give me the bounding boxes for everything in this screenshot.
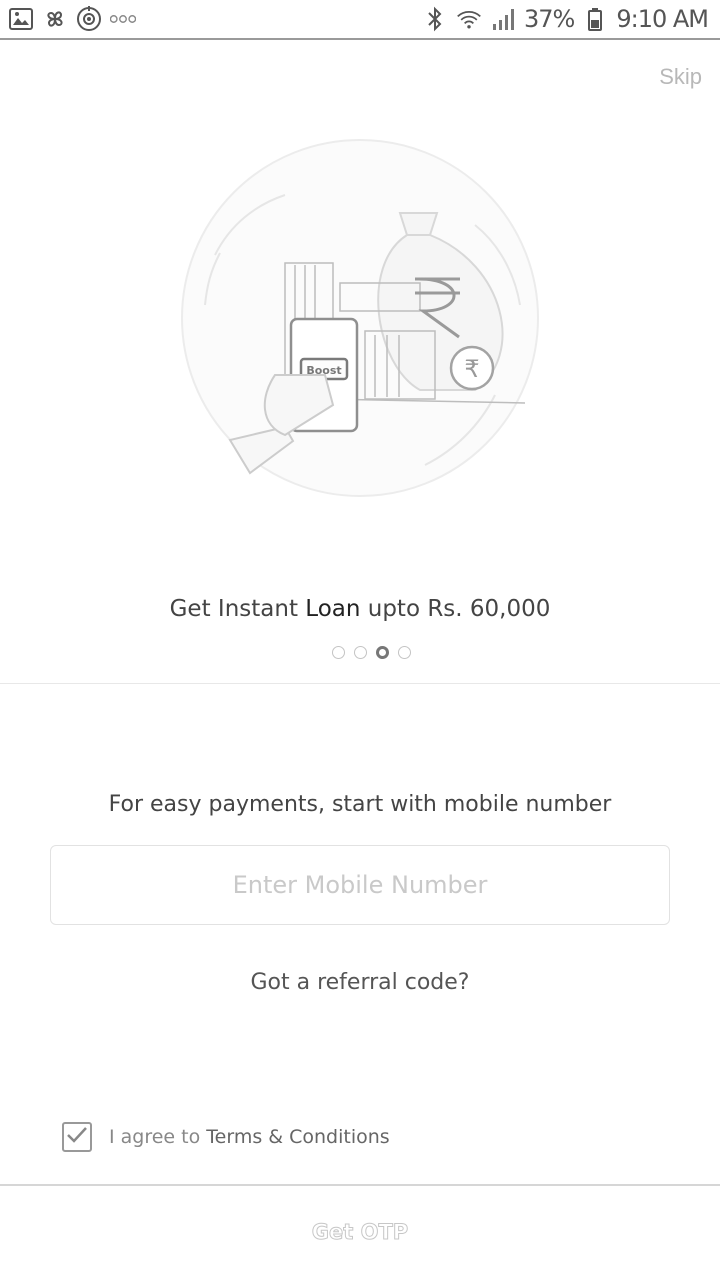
signal-icon (490, 6, 516, 32)
carousel-dot[interactable] (332, 646, 345, 659)
headline-suffix: upto Rs. 60,000 (360, 596, 551, 622)
bluetooth-icon (422, 6, 448, 32)
carousel-dot[interactable] (376, 646, 389, 659)
target-icon (76, 6, 102, 32)
carousel-dot[interactable] (354, 646, 367, 659)
wifi-icon (456, 6, 482, 32)
carousel-indicator (332, 646, 411, 659)
mobile-prompt: For easy payments, start with mobile num… (108, 792, 612, 817)
more-dots-icon (110, 6, 136, 32)
battery-icon (582, 6, 608, 32)
pinwheel-icon (42, 6, 68, 32)
checkmark-icon (66, 1126, 88, 1149)
onboarding-headline: Get Instant Loan upto Rs. 60,000 (0, 596, 720, 622)
status-bar: 37% 9:10 AM (0, 0, 720, 40)
skip-button[interactable]: Skip (659, 64, 702, 90)
mobile-number-input[interactable] (50, 845, 670, 925)
battery-percentage: 37% (524, 5, 575, 33)
loan-illustration: Boost ₹ (175, 135, 545, 505)
headline-emphasis: Loan (305, 596, 361, 622)
terms-prefix: I agree to (109, 1126, 207, 1148)
status-bar-right: 37% 9:10 AM (422, 5, 709, 33)
section-divider (0, 683, 720, 684)
referral-code-link[interactable]: Got a referral code? (0, 970, 720, 995)
gallery-icon (8, 6, 34, 32)
get-otp-button[interactable]: Get OTP (0, 1200, 720, 1264)
terms-checkbox[interactable] (62, 1122, 92, 1152)
footer-divider (0, 1184, 720, 1186)
svg-text:₹: ₹ (464, 355, 479, 383)
rupee-coin-icon: ₹ (449, 345, 495, 391)
terms-link[interactable]: Terms & Conditions (206, 1126, 389, 1148)
carousel-dot[interactable] (398, 646, 411, 659)
terms-text: I agree to Terms & Conditions (109, 1126, 390, 1148)
clock: 9:10 AM (616, 5, 709, 33)
terms-row: I agree to Terms & Conditions (62, 1122, 390, 1152)
status-bar-left (8, 6, 136, 32)
headline-prefix: Get Instant (169, 596, 306, 622)
